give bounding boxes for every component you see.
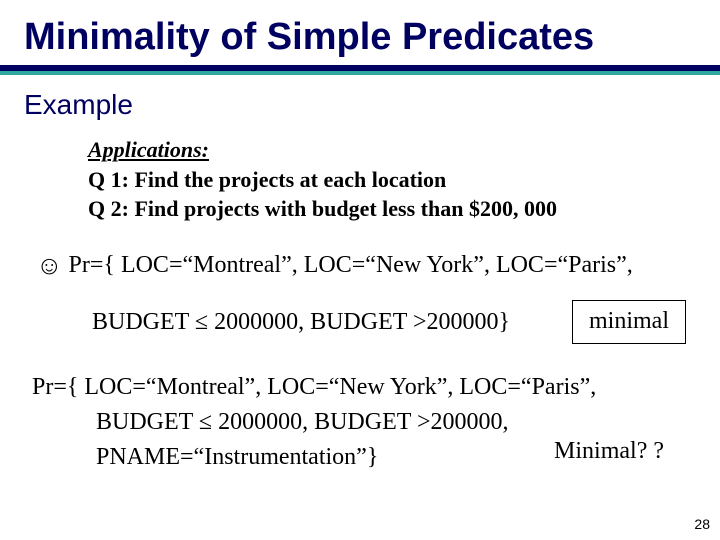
- query-1: Q 1: Find the projects at each location: [88, 165, 720, 195]
- smile-icon: ☺: [36, 251, 63, 280]
- applications-block: Applications: Q 1: Find the projects at …: [0, 121, 720, 224]
- example-heading: Example: [0, 75, 720, 121]
- minimal-badge: minimal: [572, 300, 686, 344]
- slide: Minimality of Simple Predicates Example …: [0, 0, 720, 540]
- applications-header: Applications:: [88, 135, 720, 165]
- pr1-budget-row: BUDGET ≤ 2000000, BUDGET >200000} minima…: [36, 306, 720, 340]
- query-2: Q 2: Find projects with budget less than…: [88, 194, 720, 224]
- predicate-set-1: ☺ Pr={ LOC=“Montreal”, LOC=“New York”, L…: [0, 224, 720, 340]
- pr2-line1: Pr={ LOC=“Montreal”, LOC=“New York”, LOC…: [32, 374, 596, 400]
- predicate-set-2: Pr={ LOC=“Montreal”, LOC=“New York”, LOC…: [0, 340, 720, 474]
- pr1-budget-text: BUDGET ≤ 2000000, BUDGET >200000}: [92, 309, 510, 335]
- page-number: 28: [694, 516, 710, 532]
- minimal-question: Minimal? ?: [554, 434, 664, 469]
- slide-title: Minimality of Simple Predicates: [0, 0, 720, 65]
- pr1-line1: Pr={ LOC=“Montreal”, LOC=“New York”, LOC…: [63, 252, 633, 278]
